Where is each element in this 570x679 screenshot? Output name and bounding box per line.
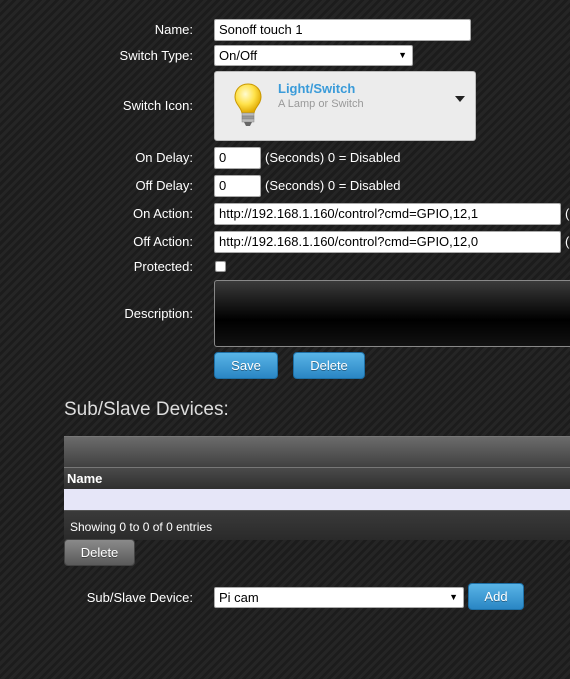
description-textarea[interactable]	[214, 280, 570, 347]
protected-checkbox[interactable]	[215, 261, 226, 272]
on-delay-label: On Delay:	[135, 150, 193, 165]
name-label: Name:	[154, 22, 193, 37]
on-action-input[interactable]: http://192.168.1.160/control?cmd=GPIO,12…	[214, 203, 561, 225]
switch-icon-title: Light/Switch	[278, 81, 356, 96]
off-delay-note: (Seconds) 0 = Disabled	[265, 178, 401, 193]
switch-icon-picker[interactable]: Light/Switch A Lamp or Switch	[214, 71, 476, 141]
column-header-name[interactable]: Name	[64, 467, 570, 490]
table-row-empty	[64, 489, 570, 510]
off-delay-label: Off Delay:	[135, 178, 193, 193]
protected-label: Protected:	[133, 259, 193, 274]
lightbulb-icon	[234, 83, 262, 126]
on-delay-note: (Seconds) 0 = Disabled	[265, 150, 401, 165]
off-action-label: Off Action:	[133, 234, 193, 249]
add-button[interactable]: Add	[468, 583, 524, 610]
subslave-table: Name Showing 0 to 0 of 0 entries	[64, 436, 570, 540]
subslave-device-label: Sub/Slave Device:	[86, 590, 193, 605]
on-action-overflow: (	[565, 206, 570, 221]
subslave-delete-button[interactable]: Delete	[64, 539, 135, 566]
switch-type-label: Switch Type:	[119, 48, 193, 63]
switch-icon-label: Switch Icon:	[122, 98, 193, 113]
delete-button[interactable]: Delete	[293, 352, 365, 379]
table-footer: Showing 0 to 0 of 0 entries	[64, 510, 570, 540]
subslave-device-select[interactable]: Pi cam ▼	[214, 587, 464, 608]
name-input[interactable]: Sonoff touch 1	[214, 19, 471, 41]
chevron-down-icon: ▼	[449, 592, 458, 602]
switch-icon-subtitle: A Lamp or Switch	[278, 98, 364, 110]
description-label: Description:	[124, 306, 193, 321]
off-delay-input[interactable]: 0	[214, 175, 261, 197]
column-header-label: Name	[67, 471, 103, 486]
table-info: Showing 0 to 0 of 0 entries	[70, 520, 213, 534]
on-delay-input[interactable]: 0	[214, 147, 261, 169]
save-button[interactable]: Save	[214, 352, 278, 379]
switch-type-value: On/Off	[219, 48, 258, 63]
off-action-input[interactable]: http://192.168.1.160/control?cmd=GPIO,12…	[214, 231, 561, 253]
on-action-label: On Action:	[133, 206, 193, 221]
caret-down-icon[interactable]	[455, 96, 465, 102]
off-action-overflow: (	[565, 234, 570, 249]
chevron-down-icon: ▼	[398, 50, 407, 60]
subslave-section-title: Sub/Slave Devices:	[64, 399, 229, 420]
switch-type-select[interactable]: On/Off ▼	[214, 45, 413, 66]
table-toolbar	[64, 436, 570, 468]
subslave-device-value: Pi cam	[219, 590, 259, 605]
